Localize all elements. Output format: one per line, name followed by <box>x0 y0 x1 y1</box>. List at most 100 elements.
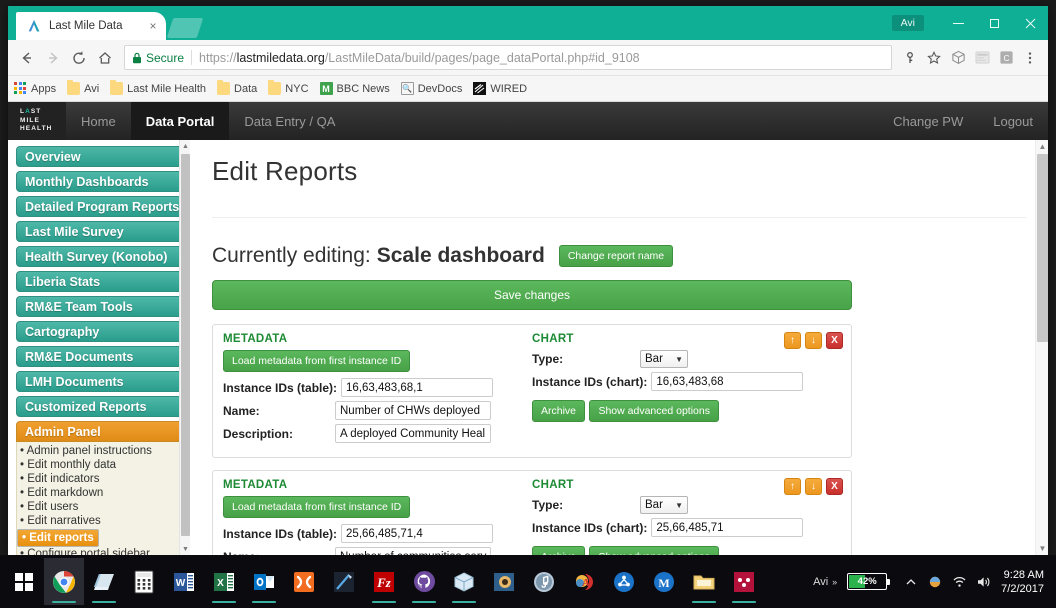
taskbar-folder[interactable] <box>684 558 724 605</box>
bookmark-last-mile-health[interactable]: Last Mile Health <box>110 82 206 95</box>
delete-card-button[interactable]: X <box>826 332 843 349</box>
sidebar-item-detailed-program-reports[interactable]: Detailed Program Reports <box>16 196 190 217</box>
save-changes-button[interactable]: Save changes <box>212 280 852 310</box>
tray-overflow-icon[interactable]: » <box>832 577 837 587</box>
star-icon[interactable] <box>922 46 946 70</box>
profile-chip[interactable]: Avi <box>892 15 924 31</box>
admin-item-edit-indicators[interactable]: • Edit indicators <box>17 472 190 486</box>
sidebar-scroll-thumb[interactable] <box>181 154 190 536</box>
sidebar-item-cartography[interactable]: Cartography <box>16 321 190 342</box>
sidebar-item-rme-documents[interactable]: RM&E Documents <box>16 346 190 367</box>
sidebar-item-health-survey-konobo[interactable]: Health Survey (Konobo) <box>16 246 190 267</box>
key-icon[interactable] <box>898 46 922 70</box>
nav-data-portal[interactable]: Data Portal <box>131 102 230 140</box>
scroll-down-icon[interactable]: ▼ <box>1036 542 1048 555</box>
change-report-name-button[interactable]: Change report name <box>559 245 673 267</box>
new-tab-button[interactable] <box>167 18 203 38</box>
taskbar-itunes[interactable] <box>524 558 564 605</box>
taskbar-dropbox[interactable] <box>444 558 484 605</box>
maximize-icon[interactable] <box>976 6 1012 40</box>
admin-item-edit-monthly-data[interactable]: • Edit monthly data <box>17 458 190 472</box>
taskbar-sync-app[interactable] <box>604 558 644 605</box>
wifi-icon[interactable] <box>947 568 971 596</box>
admin-item-edit-markdown[interactable]: • Edit markdown <box>17 486 190 500</box>
taskbar-acrobat[interactable]: A <box>564 558 604 605</box>
move-up-button[interactable]: ↑ <box>784 478 801 495</box>
form-extension-icon[interactable] <box>970 46 994 70</box>
bookmark-avi[interactable]: Avi <box>67 82 99 95</box>
back-button[interactable] <box>14 45 40 71</box>
cloud-icon[interactable] <box>923 568 947 596</box>
scroll-up-icon[interactable]: ▲ <box>1036 140 1048 153</box>
taskbar-word[interactable]: W <box>164 558 204 605</box>
nav-data-entry-qa[interactable]: Data Entry / QA <box>229 102 350 140</box>
bookmark-data[interactable]: Data <box>217 82 257 95</box>
browser-tab[interactable]: Last Mile Data × <box>16 12 166 40</box>
sidebar-item-monthly-dashboards[interactable]: Monthly Dashboards <box>16 171 190 192</box>
sidebar-scroll-up-icon[interactable]: ▲ <box>180 140 190 152</box>
taskbar-mendeley[interactable]: M <box>644 558 684 605</box>
sidebar-item-lmh-documents[interactable]: LMH Documents <box>16 371 190 392</box>
main-scrollbar[interactable]: ▲ ▼ <box>1035 140 1048 555</box>
menu-icon[interactable] <box>1018 46 1042 70</box>
address-bar[interactable]: Secure https://lastmiledata.org/LastMile… <box>124 45 892 70</box>
archive-button[interactable]: Archive <box>532 400 585 422</box>
name-input[interactable]: Number of communities serv <box>335 547 491 555</box>
bookmark-wired[interactable]: WIRED <box>473 82 527 95</box>
box-extension-icon[interactable] <box>946 46 970 70</box>
show-advanced-options-button[interactable]: Show advanced options <box>589 546 719 555</box>
sidebar-scroll-down-icon[interactable]: ▼ <box>180 543 190 555</box>
minimize-icon[interactable] <box>940 6 976 40</box>
home-button[interactable] <box>92 45 118 71</box>
volume-icon[interactable] <box>971 568 995 596</box>
show-advanced-options-button[interactable]: Show advanced options <box>589 400 719 422</box>
admin-item-edit-narratives[interactable]: • Edit narratives <box>17 514 190 528</box>
nav-change-pw[interactable]: Change PW <box>878 102 978 140</box>
move-down-button[interactable]: ↓ <box>805 478 822 495</box>
nav-logout[interactable]: Logout <box>978 102 1048 140</box>
admin-item-edit-users[interactable]: • Edit users <box>17 500 190 514</box>
archive-button[interactable]: Archive <box>532 546 585 555</box>
sidebar-item-liberia-stats[interactable]: Liberia Stats <box>16 271 190 292</box>
sidebar-item-rme-team-tools[interactable]: RM&E Team Tools <box>16 296 190 317</box>
chart-type-select[interactable]: Bar▼ <box>640 350 688 368</box>
load-metadata-button[interactable]: Load metadata from first instance ID <box>223 496 410 518</box>
taskbar-excel[interactable]: X <box>204 558 244 605</box>
instance-ids-table-input[interactable]: 16,63,483,68,1 <box>341 378 493 397</box>
sidebar-item-last-mile-survey[interactable]: Last Mile Survey <box>16 221 190 242</box>
taskbar-snipping-tool[interactable] <box>324 558 364 605</box>
admin-item-edit-reports[interactable]: • Edit reports <box>17 529 99 547</box>
taskbar-mural[interactable] <box>724 558 764 605</box>
app-logo[interactable]: LAST MILE HEALTH <box>8 102 66 140</box>
bookmark-bbc-news[interactable]: M BBC News <box>320 82 390 95</box>
taskbar-xampp[interactable] <box>284 558 324 605</box>
taskbar-chrome[interactable] <box>44 558 84 605</box>
start-button[interactable] <box>4 558 44 605</box>
bookmark-nyc[interactable]: NYC <box>268 82 308 95</box>
sidebar-scrollbar[interactable]: ▲ ▼ <box>179 140 190 555</box>
description-input[interactable]: A deployed Community Heal <box>335 424 491 443</box>
battery-indicator[interactable]: 42% <box>847 573 887 590</box>
c-extension-icon[interactable]: C <box>994 46 1018 70</box>
clock[interactable]: 9:28 AM 7/2/2017 <box>995 568 1046 596</box>
load-metadata-button[interactable]: Load metadata from first instance ID <box>223 350 410 372</box>
sidebar-item-overview[interactable]: Overview <box>16 146 190 167</box>
tray-user-label[interactable]: Avi <box>813 576 828 588</box>
tab-close-icon[interactable]: × <box>146 19 160 33</box>
move-down-button[interactable]: ↓ <box>805 332 822 349</box>
chevron-up-icon[interactable] <box>899 568 923 596</box>
admin-item-configure-portal-sidebar[interactable]: • Configure portal sidebar <box>17 547 190 555</box>
nav-home[interactable]: Home <box>66 102 131 140</box>
bookmark-apps[interactable]: Apps <box>14 82 56 95</box>
admin-item-instructions[interactable]: • Admin panel instructions <box>17 444 190 458</box>
sidebar-item-customized-reports[interactable]: Customized Reports <box>16 396 190 417</box>
taskbar-filezilla[interactable]: Fz <box>364 558 404 605</box>
move-up-button[interactable]: ↑ <box>784 332 801 349</box>
sidebar-item-admin-panel[interactable]: Admin Panel <box>16 421 190 442</box>
reload-button[interactable] <box>66 45 92 71</box>
taskbar-photo-viewer[interactable] <box>484 558 524 605</box>
chart-instance-ids-input[interactable]: 25,66,485,71 <box>651 518 803 537</box>
chart-instance-ids-input[interactable]: 16,63,483,68 <box>651 372 803 391</box>
instance-ids-table-input[interactable]: 25,66,485,71,4 <box>341 524 493 543</box>
taskbar-calculator[interactable] <box>124 558 164 605</box>
